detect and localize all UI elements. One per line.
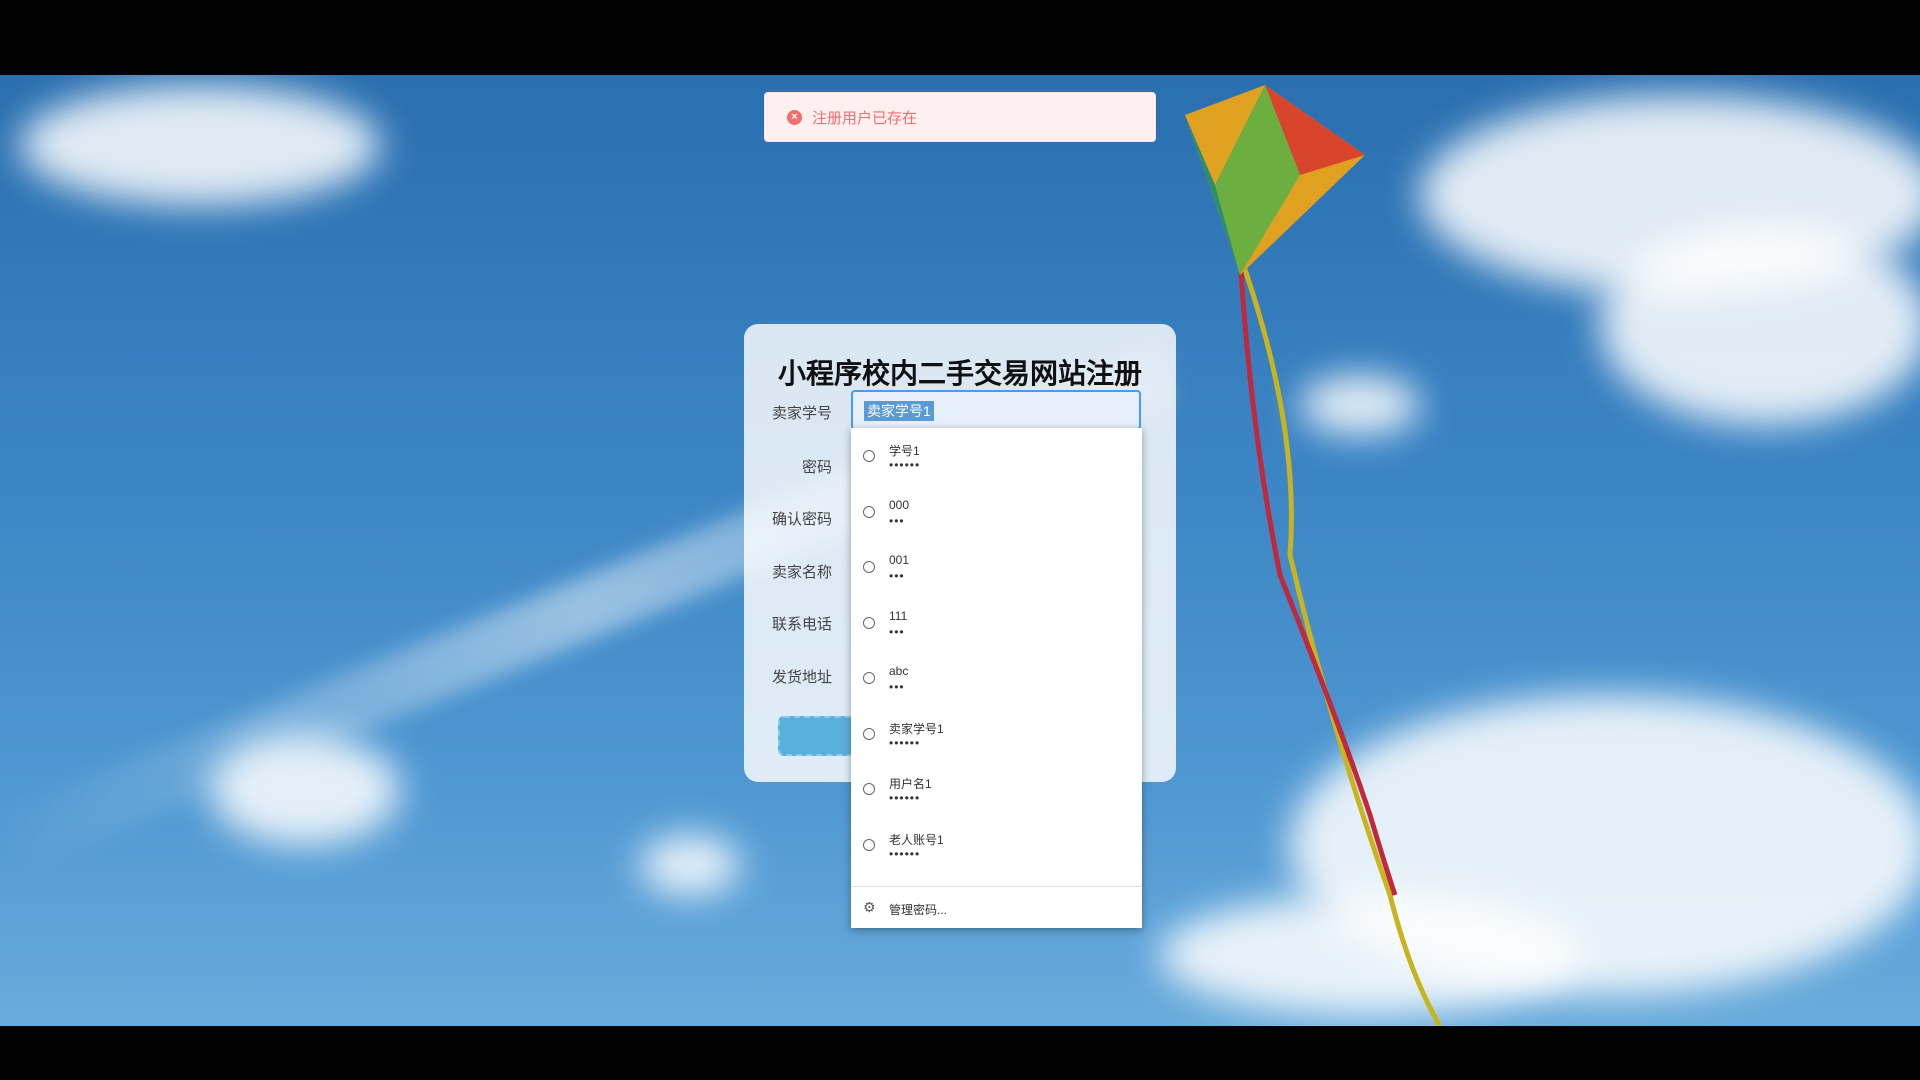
label-student-id: 卖家学号 [771, 405, 832, 422]
globe-icon [863, 506, 875, 518]
globe-icon [863, 561, 875, 573]
autocomplete-item[interactable]: 111 ••• [851, 595, 1142, 650]
letterbox-bottom [0, 1026, 1920, 1080]
page-title: 小程序校内二手交易网站注册 [777, 358, 1142, 389]
autocomplete-item[interactable]: abc ••• [851, 650, 1142, 705]
globe-icon [863, 617, 875, 629]
error-toast: × 注册用户已存在 [764, 92, 1156, 142]
manage-passwords-button[interactable]: ⚙ 管理密码... [851, 887, 1142, 927]
label-confirm-password: 确认密码 [771, 511, 832, 528]
globe-icon [863, 839, 875, 851]
register-button[interactable] [778, 716, 858, 756]
background-sky: × 注册用户已存在 小程序校内二手交易网站注册 卖家学号 密码 确认密码 卖家名… [0, 75, 1920, 1026]
autocomplete-dropdown: 学号1 •••••• 000 ••• 001 ••• 111 ••• abc •… [851, 428, 1142, 928]
label-phone: 联系电话 [771, 616, 832, 633]
globe-icon [863, 728, 875, 740]
label-password: 密码 [801, 459, 832, 476]
autocomplete-item[interactable]: 000 ••• [851, 484, 1142, 539]
autocomplete-item[interactable]: 用户名1 •••••• [851, 761, 1142, 816]
globe-icon [863, 450, 875, 462]
error-circle-icon: × [787, 109, 802, 125]
autocomplete-item[interactable]: 001 ••• [851, 539, 1142, 594]
globe-icon [863, 672, 875, 684]
autocomplete-item[interactable]: 卖家学号1 •••••• [851, 706, 1142, 761]
autocomplete-item[interactable]: 学号1 •••••• [851, 428, 1142, 483]
label-seller-name: 卖家名称 [771, 564, 832, 581]
gear-icon: ⚙ [863, 899, 876, 915]
label-address: 发货地址 [771, 669, 832, 686]
toast-message: 注册用户已存在 [812, 109, 918, 127]
globe-icon [863, 783, 875, 795]
letterbox-top [0, 0, 1920, 75]
autocomplete-item[interactable]: 老人账号1 •••••• [851, 817, 1142, 872]
student-id-selected-text: 卖家学号1 [864, 401, 934, 421]
